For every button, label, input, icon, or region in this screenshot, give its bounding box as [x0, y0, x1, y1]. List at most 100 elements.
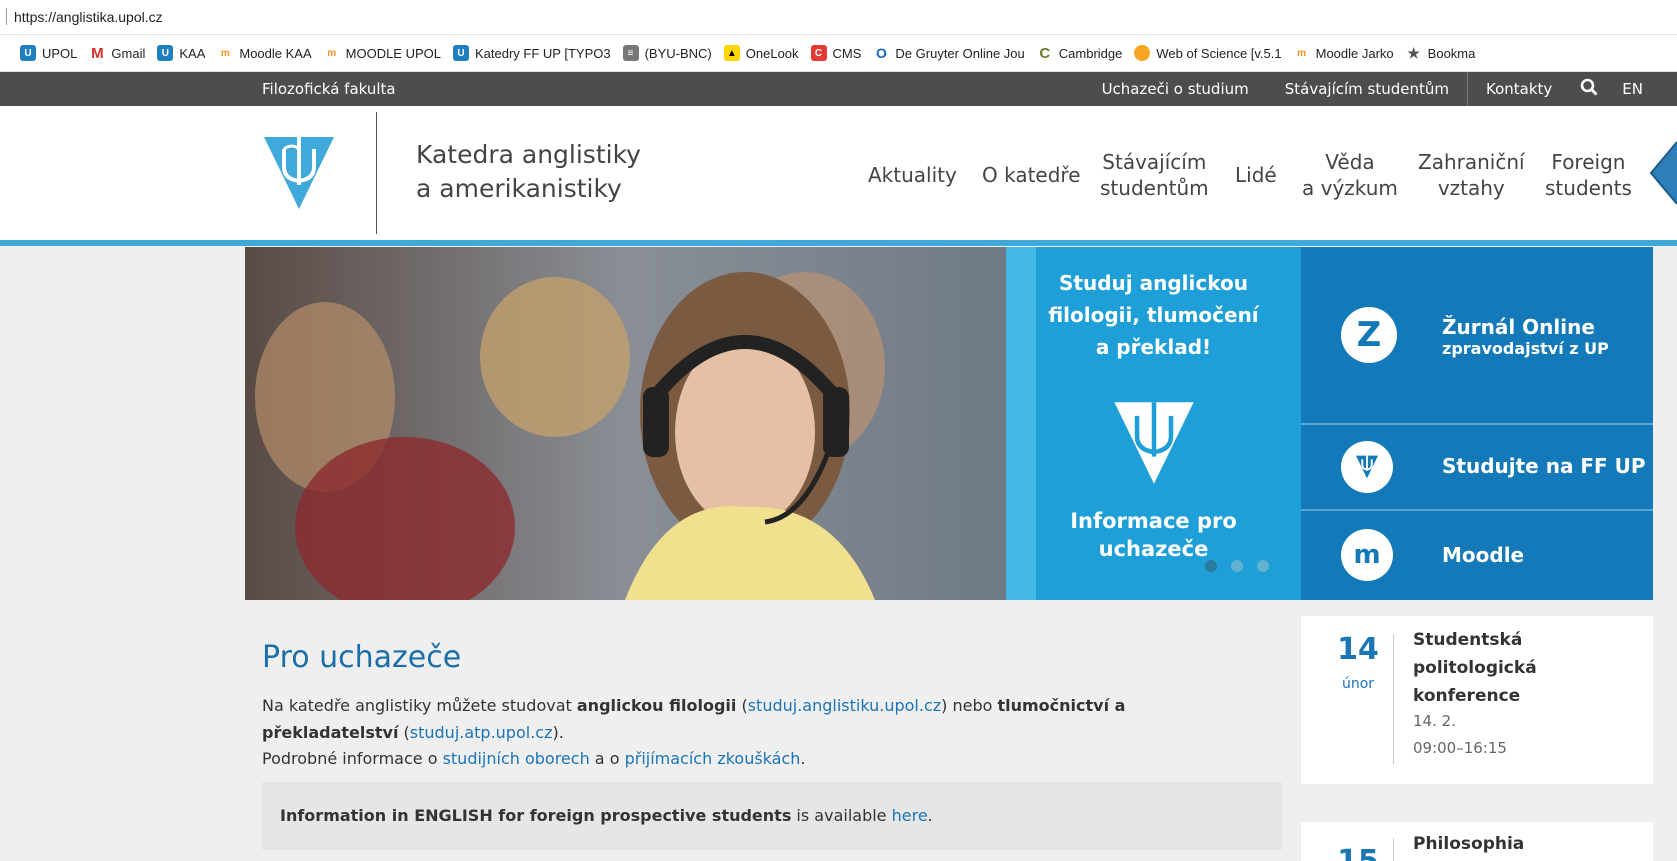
upol-shield-icon	[1341, 441, 1393, 493]
document-icon: ≡	[622, 45, 639, 61]
bookmarks-bar: U UPOL M Gmail U KAA m Moodle KAA m MOODLE UP…	[0, 35, 1677, 72]
text: Podrobné informace o	[262, 749, 443, 768]
zurnal-z-icon: Z	[1341, 307, 1397, 363]
link-studuj-atp[interactable]: studuj.atp.upol.cz	[410, 723, 553, 742]
promo-panel-applicants[interactable]: Studuj anglickou filologii, tlumočení a …	[1006, 247, 1301, 600]
nav-label: students	[1545, 176, 1632, 200]
upol-shield-icon: U	[157, 45, 174, 61]
intro-paragraph-line2: překladatelství (studuj.atp.upol.cz).	[262, 723, 564, 742]
upol-shield-icon	[1112, 400, 1196, 490]
side-link-title: Žurnál Online	[1442, 315, 1595, 339]
slider-dot-2[interactable]	[1231, 560, 1243, 572]
link-here[interactable]: here	[892, 806, 928, 825]
event-title: Philosophia	[1413, 834, 1525, 854]
bookmark-moodle-jarko[interactable]: m Moodle Jarko	[1294, 45, 1394, 61]
text: a o	[589, 749, 625, 768]
event-time: 09:00–16:15	[1413, 739, 1507, 757]
url-text[interactable]: https://anglistika.upol.cz	[14, 9, 163, 25]
event-card[interactable]: 14 únor Studentská politologická konfere…	[1301, 616, 1653, 784]
nav-label: vztahy	[1437, 176, 1505, 200]
text: .	[800, 749, 806, 768]
bookmark-cms[interactable]: C CMS	[810, 45, 862, 61]
event-card[interactable]: 15 Philosophia	[1301, 822, 1653, 861]
nav-aktuality[interactable]: Aktuality	[868, 162, 957, 188]
bookmark-onelook[interactable]: ▲ OneLook	[723, 45, 799, 61]
bookmark-label: UPOL	[42, 45, 78, 61]
nav-foreign-students[interactable]: Foreign students	[1545, 149, 1632, 201]
slider-dots	[1205, 560, 1269, 572]
language-switch[interactable]: EN	[1608, 80, 1657, 98]
text: (	[736, 696, 748, 715]
bookmark-byu[interactable]: ≡ (BYU-BNC)	[622, 45, 712, 61]
nav-lide[interactable]: Lidé	[1235, 162, 1277, 188]
link-studuj-anglistiku[interactable]: studuj.anglistiku.upol.cz	[748, 696, 941, 715]
text: ) nebo	[941, 696, 998, 715]
text: is available	[791, 806, 892, 825]
header-accent-line	[0, 240, 1677, 246]
bookmark-label: Gmail	[111, 45, 146, 61]
browser-url-bar[interactable]: https://anglistika.upol.cz	[0, 0, 1677, 35]
gmail-icon: M	[91, 44, 104, 62]
side-link-title: Moodle	[1442, 543, 1525, 567]
upol-shield-icon: U	[20, 45, 36, 61]
faculty-link[interactable]: Filozofická fakulta	[262, 80, 396, 98]
hero-photo[interactable]	[245, 247, 1009, 600]
department-name[interactable]: Katedra anglistiky	[416, 140, 641, 169]
bookmark-moodle-upol[interactable]: m MOODLE UPOL	[324, 45, 441, 61]
nav-label: Aktuality	[868, 163, 957, 187]
moodle-icon: m	[1341, 529, 1393, 581]
contacts-link[interactable]: Kontakty	[1468, 80, 1570, 98]
bookmark-label: Web of Science [v.5.1	[1156, 45, 1282, 61]
search-icon[interactable]	[1570, 78, 1608, 100]
onelook-icon: ▲	[723, 45, 740, 61]
nav-label: O katedře	[982, 163, 1081, 187]
bookmark-gmail[interactable]: M Gmail	[89, 44, 146, 62]
star-icon: ★	[1407, 44, 1420, 61]
applicants-link[interactable]: Uchazeči o studium	[1084, 80, 1267, 98]
side-link-studujte[interactable]: Studujte na FF UP	[1301, 425, 1653, 509]
upol-shield-icon: U	[453, 45, 469, 61]
nav-veda-a-vyzkum[interactable]: Věda a výzkum	[1302, 149, 1398, 201]
slider-dot-3[interactable]	[1257, 560, 1269, 572]
bookmark-moodle-kaa[interactable]: m Moodle KAA	[217, 45, 312, 61]
bookmark-label: Katedry FF UP [TYPO3	[475, 45, 611, 61]
nav-label: Foreign	[1551, 150, 1626, 174]
link-prijimaci-zkousky[interactable]: přijímacích zkouškách	[625, 749, 801, 768]
text: (	[398, 723, 410, 742]
nav-label: Věda	[1325, 150, 1375, 174]
link-studijni-obory[interactable]: studijních oborech	[443, 749, 590, 768]
nav-label: a výzkum	[1302, 176, 1398, 200]
top-nav: Uchazeči o studium Stávajícím studentům …	[1084, 72, 1657, 106]
chevron-left-icon[interactable]	[1648, 140, 1677, 210]
bookmark-degruyter[interactable]: O De Gruyter Online Jou	[873, 45, 1025, 61]
bookmark-wos[interactable]: Web of Science [v.5.1	[1134, 45, 1282, 61]
bookmark-label: Bookma	[1427, 45, 1476, 61]
bookmark-katedry[interactable]: U Katedry FF UP [TYPO3	[453, 45, 611, 61]
moodle-icon: m	[1297, 47, 1307, 59]
bookmark-label: OneLook	[745, 45, 799, 61]
promo-headline-line3: a překlad!	[1095, 335, 1212, 359]
students-link[interactable]: Stávajícím studentům	[1267, 80, 1467, 98]
promo-headline-line1: Studuj anglickou	[1059, 271, 1248, 295]
text: .	[927, 806, 933, 825]
side-link-moodle[interactable]: m Moodle	[1301, 511, 1653, 600]
nav-zahranicni-vztahy[interactable]: Zahraniční vztahy	[1418, 149, 1525, 201]
nav-o-katedre[interactable]: O katedře	[982, 162, 1081, 188]
bookmark-cambridge[interactable]: C Cambridge	[1037, 45, 1122, 62]
bookmark-label: CMS	[832, 45, 862, 61]
event-title-line: Studentská	[1413, 630, 1523, 650]
nav-stavajicim-studentum[interactable]: Stávajícím studentům	[1100, 149, 1209, 201]
slider-dot-1[interactable]	[1205, 560, 1217, 572]
moodle-icon: m	[327, 47, 337, 59]
event-divider	[1393, 634, 1394, 764]
nav-label: Stávajícím	[1102, 150, 1207, 174]
bookmark-bookmarks[interactable]: ★ Bookma	[1406, 44, 1476, 61]
nav-label: studentům	[1100, 176, 1209, 200]
side-link-zurnal[interactable]: Z Žurnál Online zpravodajství z UP	[1301, 247, 1653, 423]
department-name-line2[interactable]: a amerikanistiky	[416, 174, 622, 203]
english-info-text: Information in ENGLISH for foreign prosp…	[280, 806, 933, 825]
bookmark-upol[interactable]: U UPOL	[20, 45, 77, 61]
university-logo[interactable]	[262, 135, 336, 215]
bookmark-kaa[interactable]: U KAA	[157, 45, 205, 61]
event-month: únor	[1341, 676, 1375, 692]
